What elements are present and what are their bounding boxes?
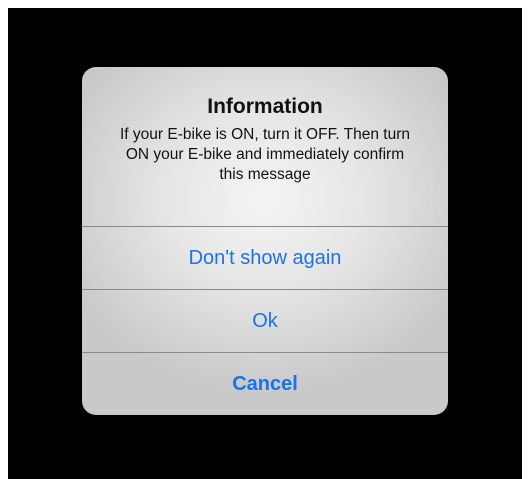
alert-message: If your E-bike is ON, turn it OFF. Then …	[120, 126, 411, 183]
cancel-button[interactable]: Cancel	[82, 353, 448, 415]
alert-title: Information	[207, 95, 323, 118]
alert-header: Information If your E-bike is ON, turn i…	[82, 67, 448, 226]
app-screen-background: Information If your E-bike is ON, turn i…	[8, 8, 522, 479]
information-alert-dialog: Information If your E-bike is ON, turn i…	[82, 67, 448, 415]
dont-show-again-button[interactable]: Don't show again	[82, 227, 448, 289]
ok-button[interactable]: Ok	[82, 290, 448, 352]
